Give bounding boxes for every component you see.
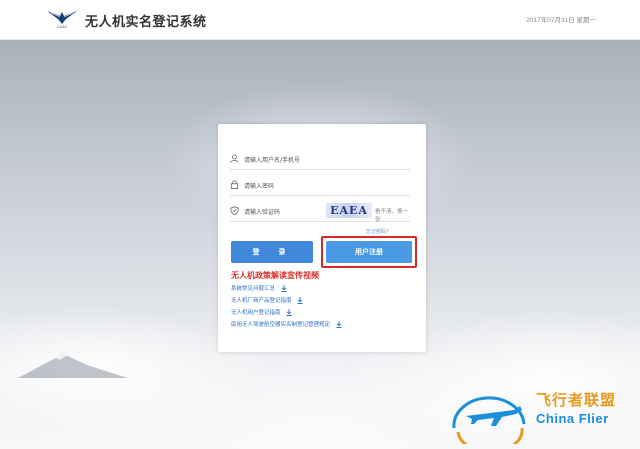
mountain-peak <box>18 352 128 378</box>
link-item[interactable]: 无人机用户登记指南 <box>231 308 292 316</box>
download-icon[interactable] <box>281 285 287 292</box>
header-bar: CAAC 无人机实名登记系统 2017年07月31日 星期一 <box>0 0 640 40</box>
forgot-password-link[interactable]: 忘记密码? <box>366 228 389 235</box>
watermark-cn-text: 飞行者联盟 <box>536 391 617 409</box>
download-icon[interactable] <box>336 321 342 328</box>
login-button[interactable]: 登 录 <box>231 241 313 263</box>
download-icon[interactable] <box>286 309 292 316</box>
link-item[interactable]: 民用无人驾驶航空器实名制登记管理规定 <box>231 320 342 328</box>
lock-icon <box>230 180 239 189</box>
watermark-en-text: China Flier <box>536 411 609 426</box>
download-icon[interactable] <box>297 297 303 304</box>
register-highlight-box <box>321 236 417 268</box>
current-date: 2017年07月31日 星期一 <box>526 17 596 24</box>
watermark: 飞行者联盟 China Flier <box>444 386 640 449</box>
password-field[interactable]: 请输入密码 <box>230 176 410 196</box>
captcha-field[interactable]: 请输入验证码 EAEA 看不清，换一张 <box>230 202 410 223</box>
captcha-image[interactable]: EAEA <box>326 203 372 218</box>
link-label[interactable]: 系统常见问题汇总 <box>231 286 275 292</box>
link-label[interactable]: 无人机厂商产品登记指南 <box>231 298 292 304</box>
link-label[interactable]: 无人机用户登记指南 <box>231 310 281 316</box>
link-item[interactable]: 无人机厂商产品登记指南 <box>231 296 303 304</box>
username-field[interactable]: 请输入用户名/手机号 <box>230 150 410 170</box>
shield-icon <box>230 206 239 215</box>
link-item[interactable]: 系统常见问题汇总 <box>231 284 287 292</box>
policy-video-link[interactable]: 无人机政策解读宣传视频 <box>231 270 319 281</box>
username-input[interactable]: 请输入用户名/手机号 <box>244 155 300 164</box>
login-card: 请输入用户名/手机号 请输入密码 请输入验证码 EAEA 看不清，换一张 忘记密… <box>218 124 426 352</box>
airplane-logo-icon <box>452 396 526 449</box>
link-label[interactable]: 民用无人驾驶航空器实名制登记管理规定 <box>231 322 330 328</box>
password-input[interactable]: 请输入密码 <box>244 181 274 190</box>
user-icon <box>230 154 239 163</box>
logo-text: CAAC <box>56 25 68 29</box>
app-title: 无人机实名登记系统 <box>85 15 207 30</box>
caac-logo: CAAC <box>46 8 78 32</box>
refresh-captcha-link[interactable]: 看不清，换一张 <box>375 207 410 223</box>
captcha-input[interactable]: 请输入验证码 <box>244 207 280 216</box>
